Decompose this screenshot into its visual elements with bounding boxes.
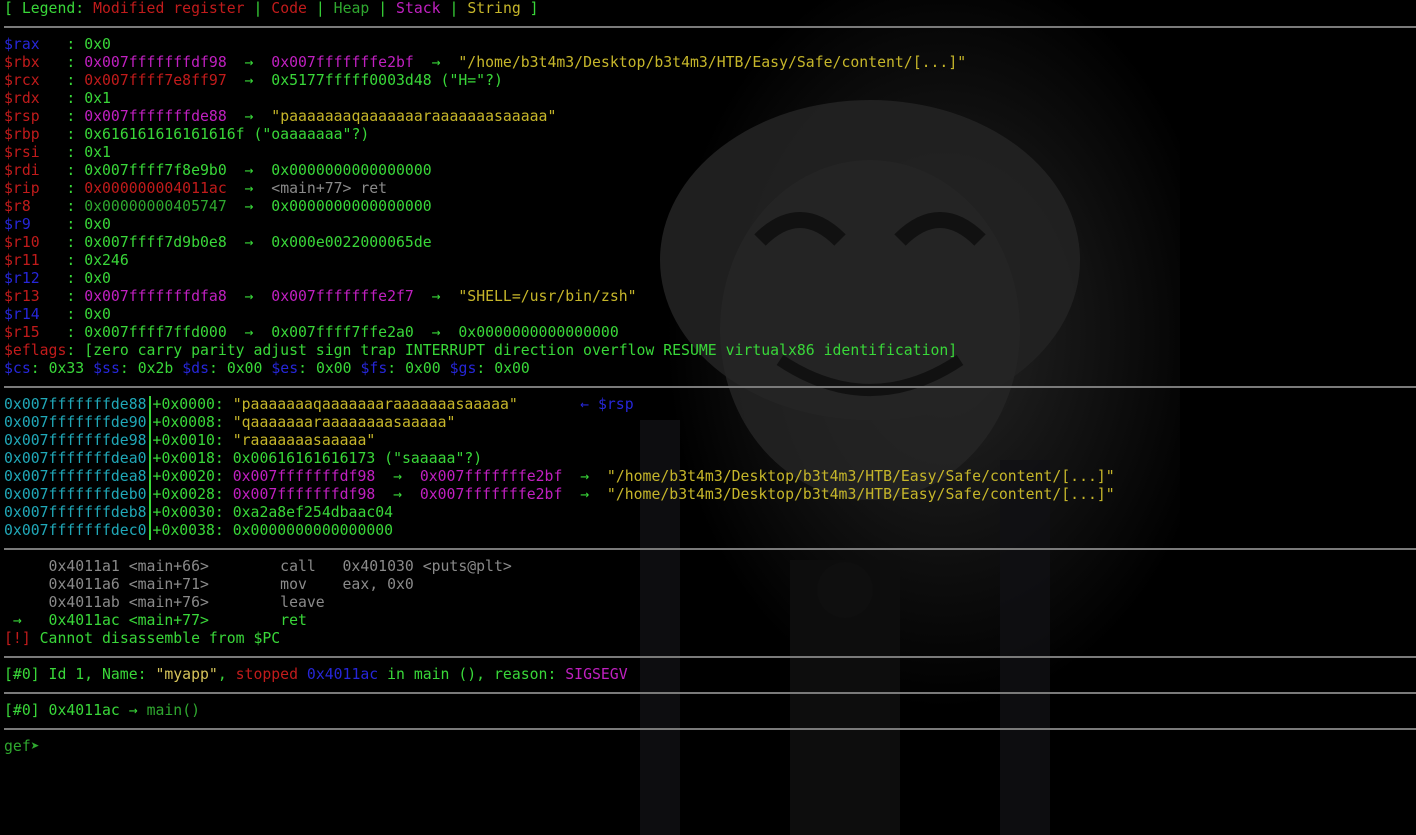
register-rsi: $rsi : 0x1	[4, 144, 111, 161]
register-r9: $r9 : 0x0	[4, 216, 111, 233]
code-line: 0x4011ab <main+76> leave	[48, 594, 325, 611]
register-rdx: $rdx : 0x1	[4, 90, 111, 107]
stack-row: 0x007fffffffde98 +0x0010: "raaaaaaasaaaaa…	[4, 432, 376, 450]
register-rip: $rip : 0x000000004011ac → <main+77> ret	[4, 180, 388, 197]
trace-separator	[4, 684, 1416, 702]
register-r11: $r11 : 0x246	[4, 252, 129, 269]
stack-row: 0x007fffffffdea8 +0x0020: 0x007fffffffdf9…	[4, 468, 1115, 486]
register-r15: $r15 : 0x007ffff7ffd000 → 0x007ffff7ffe2…	[4, 324, 619, 341]
code-line: 0x4011a6 <main+71> mov eax, 0x0	[48, 576, 414, 593]
stack-row: 0x007fffffffdec0 +0x0038: 0x0000000000000…	[4, 522, 394, 540]
register-r8: $r8 : 0x00000000405747 → 0x0000000000000…	[4, 198, 432, 215]
code-line-current: → 0x4011ac <main+77> ret	[4, 612, 307, 629]
stack-row: 0x007fffffffde88 +0x0000: "paaaaaaaqaaaaa…	[4, 396, 634, 414]
disassemble-error: [!] Cannot disassemble from $PC	[4, 630, 281, 647]
register-rbp: $rbp : 0x616161616161616f ("oaaaaaaa"?)	[4, 126, 370, 143]
register-rax: $rax : 0x0	[4, 36, 111, 53]
trace-line: [#0] 0x4011ac → main()	[4, 702, 201, 719]
register-r14: $r14 : 0x0	[4, 306, 111, 323]
segment-registers: $cs: 0x33 $ss: 0x2b $ds: 0x00 $es: 0x00 …	[4, 360, 530, 377]
gef-terminal[interactable]: [ Legend: Modified register | Code | Hea…	[4, 0, 1416, 756]
register-rsp: $rsp : 0x007fffffffde88 → "paaaaaaaqaaaa…	[4, 108, 557, 125]
prompt-separator	[4, 720, 1416, 738]
stack-row: 0x007fffffffdeb8 +0x0030: 0xa2a8ef254dbaa…	[4, 504, 394, 522]
stack-separator	[4, 378, 1416, 396]
register-r10: $r10 : 0x007ffff7d9b0e8 → 0x000e00220000…	[4, 234, 432, 251]
register-r13: $r13 : 0x007fffffffdfa8 → 0x007fffffffe2…	[4, 288, 637, 305]
legend-line: [ Legend: Modified register | Code | Hea…	[4, 0, 539, 17]
threads-separator	[4, 648, 1416, 666]
register-rcx: $rcx : 0x007ffff7e8ff97 → 0x5177fffff000…	[4, 72, 503, 89]
register-rdi: $rdi : 0x007ffff7f8e9b0 → 0x000000000000…	[4, 162, 432, 179]
register-rbx: $rbx : 0x007fffffffdf98 → 0x007fffffffe2…	[4, 54, 967, 71]
thread-status: [#0] Id 1, Name: "myapp", stopped 0x4011…	[4, 666, 628, 683]
gef-prompt[interactable]: gef➤	[4, 738, 1416, 756]
register-r12: $r12 : 0x0	[4, 270, 111, 287]
code-line: 0x4011a1 <main+66> call 0x401030 <puts@p…	[48, 558, 512, 575]
stack-row: 0x007fffffffdeb0 +0x0028: 0x007fffffffdf9…	[4, 486, 1115, 504]
stack-row: 0x007fffffffde90 +0x0008: "qaaaaaaaraaaaa…	[4, 414, 456, 432]
register-eflags: $eflags: [zero carry parity adjust sign …	[4, 342, 958, 359]
registers-separator	[4, 18, 1416, 36]
code-separator	[4, 540, 1416, 558]
stack-row: 0x007fffffffdea0 +0x0018: 0x0061616161617…	[4, 450, 483, 468]
